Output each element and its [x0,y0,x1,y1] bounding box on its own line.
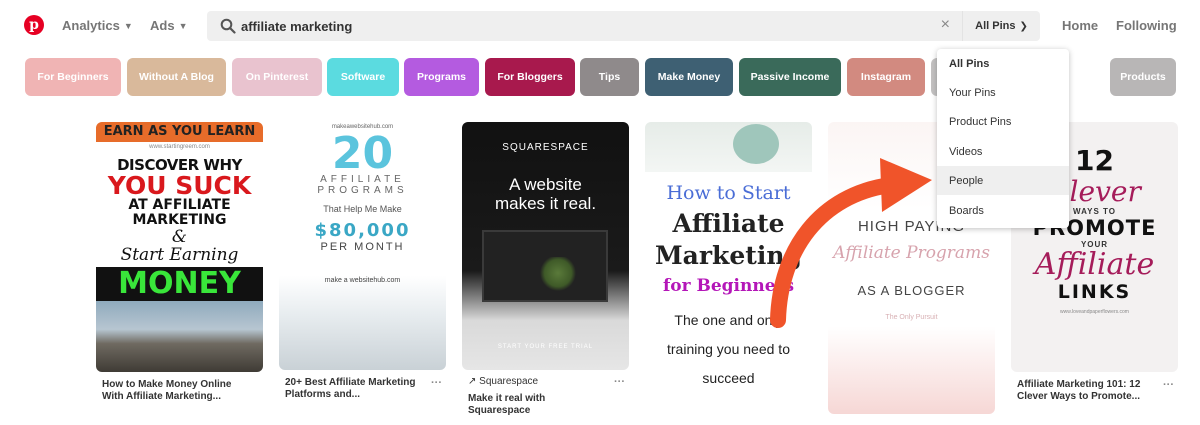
pointer-arrow-icon [770,158,932,328]
external-link-icon: ↗ [468,376,477,387]
pin-text: START YOUR FREE TRIAL [497,344,594,350]
pin-text: & [171,227,188,247]
menu-item-videos[interactable]: Videos [937,137,1069,166]
pin-text: MARKETING [132,212,227,228]
chip-on-pinterest[interactable]: On Pinterest [232,58,322,96]
pin-text: SQUARESPACE [502,142,589,153]
search-bar[interactable]: affiliate marketing × [207,11,962,41]
chip-products[interactable]: Products [1110,58,1176,96]
pin-source-label: Squarespace [479,376,539,387]
pin-text: succeed [702,370,755,386]
search-scope-dropdown[interactable]: All Pins ❯ [962,11,1040,41]
search-scope-label: All Pins [975,20,1016,32]
pin-card[interactable]: makeawebsitehub.com 20 AFFILIATE PROGRAM… [279,122,446,401]
pin-image[interactable]: SQUARESPACE A website makes it real. STA… [462,122,629,370]
pin-title[interactable]: Affiliate Marketing 101: 12 Clever Ways … [1011,379,1151,403]
chip-software[interactable]: Software [327,58,399,96]
search-icon [220,18,236,34]
pin-text: Start Earning [120,245,239,265]
mountain-photo [96,301,263,372]
menu-item-your-pins[interactable]: Your Pins [937,78,1069,107]
chip-for-beginners[interactable]: For Beginners [25,58,121,96]
pin-title[interactable]: How to Make Money Online With Affiliate … [96,379,236,403]
nav-ads[interactable]: Ads ▼ [150,18,187,33]
more-options-icon[interactable]: ··· [614,376,625,388]
pin-title[interactable]: Make it real with Squarespace [462,393,572,417]
chip-instagram[interactable]: Instagram [847,58,925,96]
chip-without-a-blog[interactable]: Without A Blog [127,58,226,96]
pin-text: www.startingreem.com [149,144,210,150]
nav-analytics-label: Analytics [62,18,120,33]
pin-text: YOU SUCK [107,171,252,200]
menu-item-all-pins[interactable]: All Pins [937,49,1069,78]
chevron-down-icon: ❯ [1019,20,1028,32]
chip-programs[interactable]: Programs [404,58,479,96]
pin-text: training you need to [667,341,790,357]
nav-following[interactable]: Following [1116,18,1177,33]
pinterest-logo-icon[interactable]: p [24,15,44,35]
menu-item-people[interactable]: People [937,166,1069,195]
clear-search-icon[interactable]: × [941,16,950,34]
search-scope-menu: All Pins Your Pins Product Pins Videos P… [937,49,1069,228]
more-options-icon[interactable]: ··· [431,377,442,389]
pin-text: AFFILIATE [320,174,405,185]
pin-text: PROGRAMS [317,185,408,196]
more-options-icon[interactable]: ··· [1163,379,1174,391]
nav-analytics[interactable]: Analytics ▼ [62,18,133,33]
chip-make-money[interactable]: Make Money [645,58,733,96]
pin-text: EARN AS YOU LEARN [96,122,263,142]
pin-text: $80,000 [314,220,411,241]
pin-source[interactable]: ↗ Squarespace [462,376,629,387]
top-nav-bar: p Analytics ▼ Ads ▼ affiliate marketing … [0,0,1200,52]
menu-item-boards[interactable]: Boards [937,196,1069,225]
nav-home[interactable]: Home [1062,18,1098,33]
pin-card[interactable]: EARN AS YOU LEARN www.startingreem.com D… [96,122,263,403]
chevron-down-icon: ▼ [178,20,188,31]
pin-title[interactable]: 20+ Best Affiliate Marketing Platforms a… [279,377,419,401]
chip-tips[interactable]: Tips [580,58,639,96]
chevron-down-icon: ▼ [123,20,133,31]
chip-for-bloggers[interactable]: For Bloggers [485,58,575,96]
bonsai-image [540,257,576,297]
search-input[interactable]: affiliate marketing [241,19,352,34]
pin-image[interactable]: makeawebsitehub.com 20 AFFILIATE PROGRAM… [279,122,446,370]
logo-letter: p [29,17,39,33]
pin-text: makes it real. [494,194,597,213]
nav-ads-label: Ads [150,18,175,33]
menu-item-product-pins[interactable]: Product Pins [937,107,1069,136]
pin-text: PER MONTH [320,241,405,253]
pin-text: MONEY [96,267,263,301]
pin-text: LINKS [1057,281,1132,303]
pin-text: AT AFFILIATE [128,197,231,213]
pin-image[interactable]: EARN AS YOU LEARN www.startingreem.com D… [96,122,263,372]
pin-text: www.loveandpaperflowers.com [1060,309,1129,315]
pin-text: make a websitehub.com [324,277,401,284]
pin-card[interactable]: SQUARESPACE A website makes it real. STA… [462,122,629,417]
pin-text: That Help Me Make [323,204,402,214]
pin-text: A website [509,175,582,194]
chip-passive-income[interactable]: Passive Income [739,58,841,96]
pin-text: 20 [331,128,394,179]
pin-text: Affiliate [1034,247,1155,282]
